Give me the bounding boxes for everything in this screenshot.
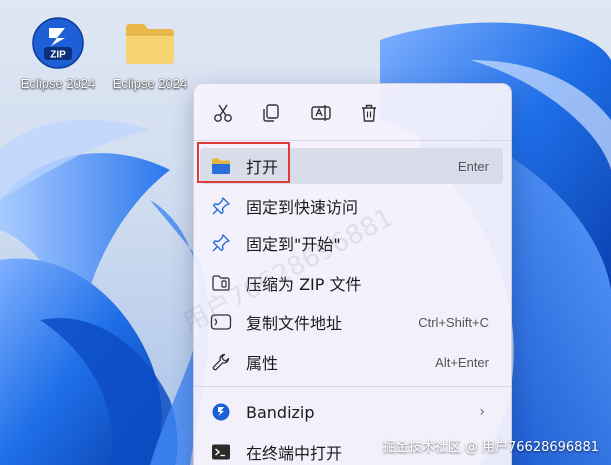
credit-text: 掘金技术社区 @ 用户76628696881	[382, 440, 599, 455]
folder-open-icon	[210, 155, 232, 177]
bandizip-icon	[210, 401, 232, 423]
folder-icon	[126, 24, 174, 64]
copy-button[interactable]	[256, 98, 286, 128]
menu-item-label: 在终端中打开	[246, 444, 343, 463]
context-menu: 打开 Enter 固定到快速访问 固定到"开始" 压缩为 ZIP 文件 复制文件…	[193, 83, 512, 465]
menu-item-copy-path[interactable]: 复制文件地址 Ctrl+Shift+C	[200, 304, 503, 340]
menu-item-compress-zip[interactable]: 压缩为 ZIP 文件	[200, 265, 503, 301]
delete-button[interactable]	[354, 98, 384, 128]
pin-icon	[210, 232, 232, 254]
menu-item-pin-start[interactable]: 固定到"开始"	[200, 225, 503, 261]
menu-item-pin-quick-access[interactable]: 固定到快速访问	[200, 188, 503, 224]
trash-icon	[362, 104, 376, 122]
desktop: ZIP Eclipse 2024 Eclipse 2024 打开 Enter 固…	[0, 0, 611, 465]
menu-separator	[194, 386, 511, 387]
chevron-right-icon: ›	[479, 404, 485, 420]
menu-item-bandizip[interactable]: Bandizip ›	[200, 394, 503, 430]
menu-item-label: 固定到快速访问	[246, 198, 359, 217]
menu-item-shortcut: Alt+Enter	[435, 354, 489, 370]
cut-button[interactable]	[208, 98, 238, 128]
zip-archive-icon: ZIP	[32, 17, 84, 69]
desktop-icon-folder[interactable]: Eclipse 2024	[102, 16, 198, 91]
terminal-icon	[210, 441, 232, 463]
menu-item-label: Bandizip	[246, 402, 315, 422]
menu-item-label: 打开	[246, 158, 279, 177]
context-menu-toolbar	[194, 84, 511, 140]
zip-badge: ZIP	[50, 50, 66, 61]
menu-item-properties[interactable]: 属性 Alt+Enter	[200, 344, 503, 380]
menu-item-shortcut: Ctrl+Shift+C	[418, 314, 489, 330]
copy-icon	[263, 104, 279, 122]
menu-item-open[interactable]: 打开 Enter	[200, 148, 503, 184]
menu-item-label: 压缩为 ZIP 文件	[246, 275, 362, 294]
scissors-icon	[214, 104, 232, 122]
wrench-icon	[210, 351, 232, 373]
menu-item-label: 固定到"开始"	[246, 235, 341, 254]
rename-button[interactable]	[306, 98, 336, 128]
copy-path-icon	[210, 311, 232, 333]
desktop-icon-label: Eclipse 2024	[20, 76, 96, 91]
menu-item-label: 复制文件地址	[246, 314, 343, 333]
menu-item-shortcut: Enter	[457, 158, 489, 174]
menu-separator	[194, 140, 511, 141]
desktop-icon-zip[interactable]: ZIP Eclipse 2024	[10, 16, 106, 91]
rename-icon	[311, 105, 331, 121]
menu-item-label: 属性	[246, 354, 279, 373]
zip-compress-icon	[210, 272, 232, 294]
desktop-icon-label: Eclipse 2024	[112, 76, 188, 91]
pin-icon	[210, 195, 232, 217]
